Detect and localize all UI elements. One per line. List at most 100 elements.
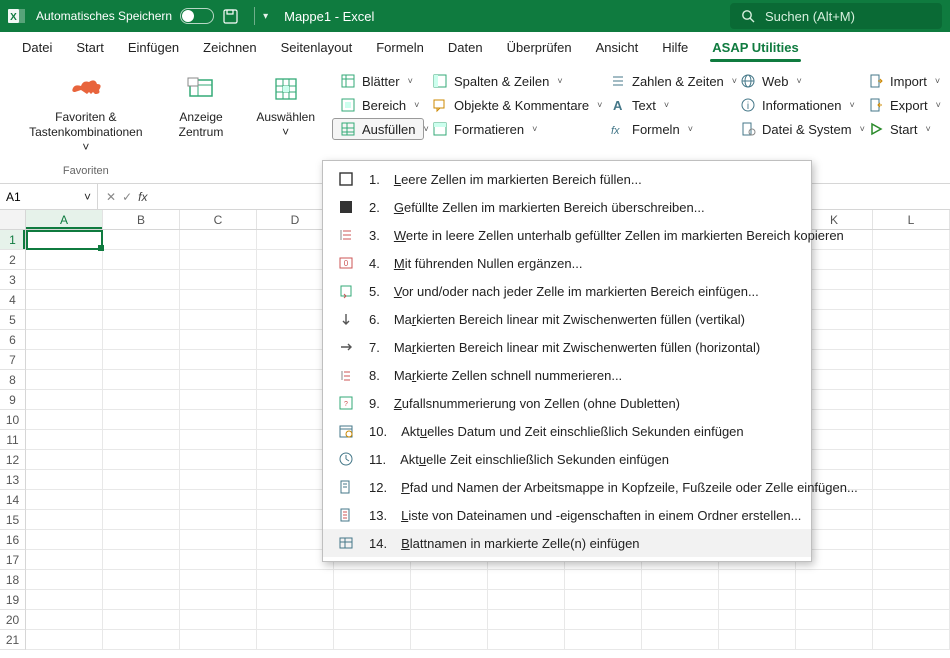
cell[interactable] bbox=[873, 290, 950, 310]
cell[interactable] bbox=[488, 610, 565, 630]
cell[interactable] bbox=[103, 390, 180, 410]
ribbon-item-bereich[interactable]: Bereich ˅ bbox=[332, 94, 424, 116]
cell[interactable] bbox=[103, 470, 180, 490]
cell[interactable] bbox=[180, 390, 257, 410]
cell[interactable] bbox=[796, 590, 873, 610]
tab-ansicht[interactable]: Ansicht bbox=[586, 34, 649, 62]
cell[interactable] bbox=[334, 610, 411, 630]
cell[interactable] bbox=[642, 590, 719, 610]
ribbon-item-ausf-llen[interactable]: Ausfüllen ˅ bbox=[332, 118, 424, 140]
cell[interactable] bbox=[873, 370, 950, 390]
ribbon-item-bl-tter[interactable]: Blätter ˅ bbox=[332, 70, 424, 92]
name-box[interactable]: ˅ bbox=[0, 184, 98, 209]
cell[interactable] bbox=[26, 390, 103, 410]
tab-zeichnen[interactable]: Zeichnen bbox=[193, 34, 266, 62]
save-button[interactable] bbox=[222, 8, 238, 24]
row-header[interactable]: 6 bbox=[0, 330, 26, 350]
ribbon-item-datei-system[interactable]: Datei & System ˅ bbox=[732, 118, 860, 140]
cell[interactable] bbox=[873, 230, 950, 250]
cell[interactable] bbox=[334, 590, 411, 610]
cell[interactable] bbox=[103, 270, 180, 290]
row-header[interactable]: 10 bbox=[0, 410, 26, 430]
ribbon-item-start[interactable]: Start ˅ bbox=[860, 118, 940, 140]
cell[interactable] bbox=[180, 490, 257, 510]
cell[interactable] bbox=[873, 630, 950, 650]
cell[interactable] bbox=[873, 590, 950, 610]
tab-formeln[interactable]: Formeln bbox=[366, 34, 434, 62]
cell[interactable] bbox=[103, 430, 180, 450]
cell[interactable] bbox=[411, 630, 488, 650]
cell[interactable] bbox=[180, 590, 257, 610]
cell[interactable] bbox=[873, 390, 950, 410]
cell[interactable] bbox=[103, 490, 180, 510]
cell[interactable] bbox=[180, 550, 257, 570]
ribbon-item-formeln[interactable]: fxFormeln ˅ bbox=[602, 118, 732, 140]
cell[interactable] bbox=[488, 630, 565, 650]
cell[interactable] bbox=[719, 570, 796, 590]
cell[interactable] bbox=[873, 350, 950, 370]
cell[interactable] bbox=[180, 310, 257, 330]
cell[interactable] bbox=[26, 370, 103, 390]
cell[interactable] bbox=[103, 510, 180, 530]
row-header[interactable]: 4 bbox=[0, 290, 26, 310]
tab-überprüfen[interactable]: Überprüfen bbox=[497, 34, 582, 62]
menu-item-6[interactable]: 6.Markierten Bereich linear mit Zwischen… bbox=[323, 305, 811, 333]
menu-item-7[interactable]: 7.Markierten Bereich linear mit Zwischen… bbox=[323, 333, 811, 361]
cell[interactable] bbox=[103, 370, 180, 390]
tab-datei[interactable]: Datei bbox=[12, 34, 62, 62]
menu-item-3[interactable]: 3.Werte in leere Zellen unterhalb gefüll… bbox=[323, 221, 811, 249]
cell[interactable] bbox=[565, 610, 642, 630]
ribbon-item-formatieren[interactable]: Formatieren ˅ bbox=[424, 118, 602, 140]
cell[interactable] bbox=[488, 570, 565, 590]
ribbon-item-informationen[interactable]: iInformationen ˅ bbox=[732, 94, 860, 116]
tab-start[interactable]: Start bbox=[66, 34, 113, 62]
cell[interactable] bbox=[26, 230, 103, 250]
menu-item-11[interactable]: 11.Aktuelle Zeit einschließlich Sekunden… bbox=[323, 445, 811, 473]
cell[interactable] bbox=[257, 610, 334, 630]
cell[interactable] bbox=[642, 630, 719, 650]
cell[interactable] bbox=[411, 570, 488, 590]
cell[interactable] bbox=[180, 530, 257, 550]
column-header[interactable]: L bbox=[873, 210, 950, 229]
cell[interactable] bbox=[796, 630, 873, 650]
cell[interactable] bbox=[873, 270, 950, 290]
cell[interactable] bbox=[26, 250, 103, 270]
cell[interactable] bbox=[180, 270, 257, 290]
cell[interactable] bbox=[180, 230, 257, 250]
cell[interactable] bbox=[103, 630, 180, 650]
row-header[interactable]: 12 bbox=[0, 450, 26, 470]
cell[interactable] bbox=[411, 610, 488, 630]
cell[interactable] bbox=[334, 630, 411, 650]
cell[interactable] bbox=[180, 510, 257, 530]
cell[interactable] bbox=[26, 310, 103, 330]
cell[interactable] bbox=[873, 410, 950, 430]
cell[interactable] bbox=[334, 570, 411, 590]
ribbon-item-export[interactable]: Export ˅ bbox=[860, 94, 940, 116]
cell[interactable] bbox=[565, 630, 642, 650]
cell[interactable] bbox=[26, 290, 103, 310]
cell[interactable] bbox=[180, 450, 257, 470]
cell[interactable] bbox=[180, 430, 257, 450]
cell[interactable] bbox=[180, 570, 257, 590]
cell[interactable] bbox=[26, 410, 103, 430]
cell[interactable] bbox=[257, 570, 334, 590]
cell[interactable] bbox=[103, 290, 180, 310]
cell[interactable] bbox=[411, 590, 488, 610]
cell[interactable] bbox=[873, 490, 950, 510]
row-header[interactable]: 19 bbox=[0, 590, 26, 610]
tab-einfügen[interactable]: Einfügen bbox=[118, 34, 189, 62]
tab-seitenlayout[interactable]: Seitenlayout bbox=[271, 34, 363, 62]
cell[interactable] bbox=[103, 310, 180, 330]
name-box-input[interactable] bbox=[6, 190, 66, 204]
cell[interactable] bbox=[257, 630, 334, 650]
fx-icon[interactable]: fx bbox=[138, 190, 147, 204]
row-header[interactable]: 14 bbox=[0, 490, 26, 510]
cell[interactable] bbox=[103, 610, 180, 630]
cell[interactable] bbox=[180, 610, 257, 630]
row-header[interactable]: 21 bbox=[0, 630, 26, 650]
column-header[interactable]: C bbox=[180, 210, 257, 229]
row-header[interactable]: 13 bbox=[0, 470, 26, 490]
cell[interactable] bbox=[796, 610, 873, 630]
accept-icon[interactable]: ✓ bbox=[122, 190, 132, 204]
cell[interactable] bbox=[26, 570, 103, 590]
